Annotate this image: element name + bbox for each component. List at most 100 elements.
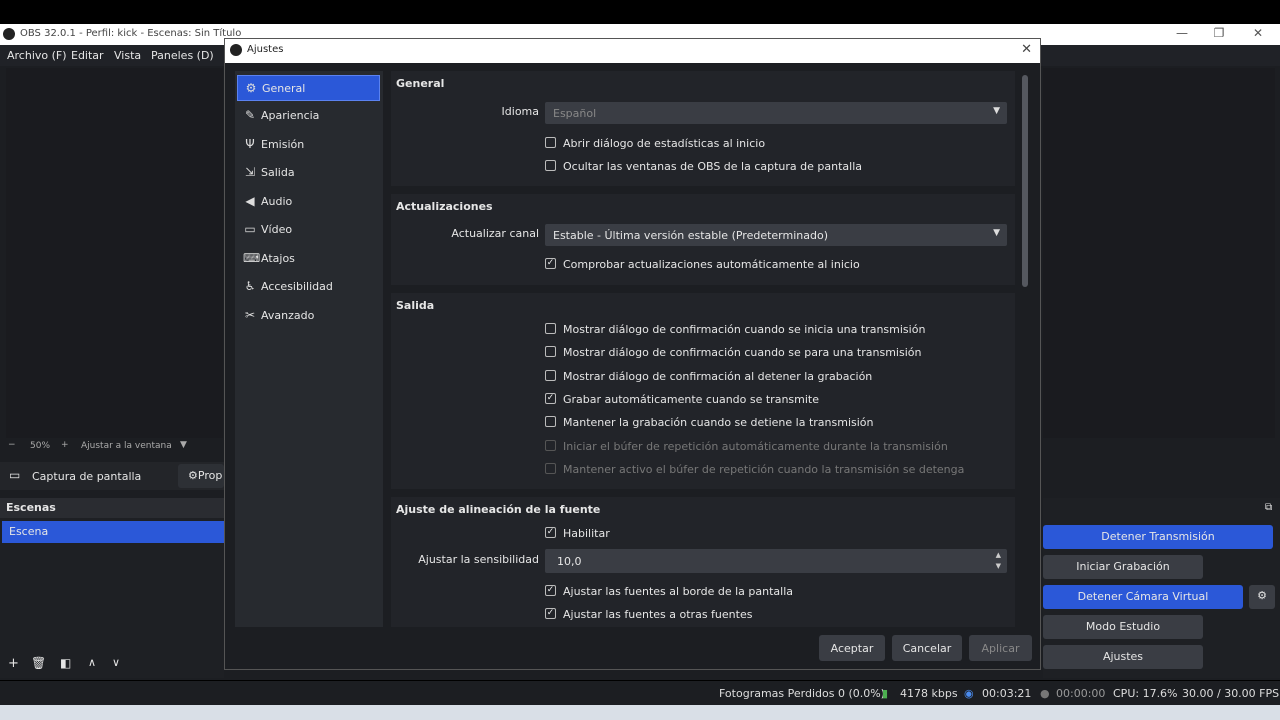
menu-file[interactable]: Archivo (F) — [7, 49, 67, 62]
studio-mode-button[interactable]: Modo Estudio — [1043, 615, 1203, 639]
apply-button[interactable]: Aplicar — [969, 635, 1032, 661]
minimize-icon[interactable]: — — [1172, 26, 1192, 40]
monitor-icon: ▭ — [244, 222, 256, 236]
maximize-icon[interactable]: ❐ — [1209, 26, 1229, 40]
chevron-down-icon: ▼ — [993, 106, 1000, 116]
spin-down-icon[interactable]: ▼ — [996, 562, 1001, 570]
chevron-down-icon[interactable]: ▼ — [180, 440, 187, 450]
group-updates: Actualizaciones Actualizar canal Estable… — [391, 194, 1015, 285]
settings-content: General Idioma Español ▼ Abrir diálogo de… — [391, 71, 1019, 627]
group-header: General — [396, 77, 445, 90]
nav-appearance[interactable]: ✎ Apariencia — [237, 103, 380, 129]
close-icon[interactable]: ✕ — [1021, 42, 1032, 57]
update-channel-select[interactable]: Estable - Última versión estable (Predet… — [545, 224, 1007, 246]
nav-accessibility[interactable]: ♿ Accesibilidad — [237, 274, 380, 300]
scenes-header: Escenas — [0, 498, 224, 518]
start-record-button[interactable]: Iniciar Grabación — [1043, 555, 1203, 579]
virtualcam-settings-button[interactable]: ⚙ — [1249, 585, 1275, 609]
keyboard-icon: ⌨ — [243, 251, 261, 265]
group-header: Ajuste de alineación de la fuente — [396, 503, 601, 516]
record-icon: ● — [1040, 687, 1050, 700]
nav-audio[interactable]: ◀ Audio — [237, 189, 380, 215]
group-general: General Idioma Español ▼ Abrir diálogo de… — [391, 71, 1015, 186]
scrollbar-thumb[interactable] — [1022, 75, 1028, 287]
os-taskbar — [0, 705, 1280, 720]
signal-icon: ▮ — [882, 687, 889, 700]
tools-icon: ✂ — [244, 308, 256, 322]
checkbox-confirm-stop[interactable]: Mostrar diálogo de confirmación cuando s… — [545, 346, 921, 360]
properties-button[interactable]: ⚙Prop — [178, 464, 224, 488]
menu-docks[interactable]: Paneles (D) — [151, 49, 214, 62]
menu-view[interactable]: Vista — [114, 49, 141, 62]
checkbox-confirm-start[interactable]: Mostrar diálogo de confirmación cuando s… — [545, 323, 925, 337]
nav-advanced[interactable]: ✂ Avanzado — [237, 303, 380, 329]
filter-icon[interactable]: ◧ — [60, 656, 71, 670]
sensitivity-label: Ajustar la sensibilidad — [418, 553, 539, 566]
settings-button[interactable]: Ajustes — [1043, 645, 1203, 669]
selected-source-label: Captura de pantalla — [32, 470, 142, 483]
trash-icon[interactable]: 🗑 — [31, 656, 46, 670]
bitrate: 4178 kbps — [900, 687, 958, 700]
dialog-titlebar: Ajustes ✕ — [225, 39, 1040, 63]
nav-general[interactable]: ⚙ General — [237, 75, 380, 101]
checkbox-replay-keep-active: Mantener activo el búfer de repetición c… — [545, 463, 964, 477]
zoom-level: 50% — [30, 441, 51, 451]
sensitivity-spinbox[interactable]: 10,0 ▲ ▼ — [545, 549, 1007, 573]
speaker-icon: ◀ — [245, 194, 255, 208]
stop-virtualcam-button[interactable]: Detener Cámara Virtual — [1043, 585, 1243, 609]
checkbox-keep-recording[interactable]: Mantener la grabación cuando se detiene … — [545, 416, 874, 430]
source-toolbar: ▭ Captura de pantalla ⚙Prop — [0, 462, 224, 490]
menu-edit[interactable]: Editar — [71, 49, 104, 62]
window-title: OBS 32.0.1 - Perfil: kick - Escenas: Sin… — [20, 28, 242, 39]
group-snapping: Ajuste de alineación de la fuente ✓ Habil… — [391, 497, 1015, 627]
antenna-icon: Ψ — [245, 137, 255, 151]
undock-icon[interactable]: ⧉ — [1265, 502, 1272, 513]
checkbox-open-stats[interactable]: Abrir diálogo de estadísticas al inicio — [545, 137, 765, 151]
close-icon[interactable]: ✕ — [1248, 26, 1268, 40]
chevron-down-icon: ▼ — [993, 228, 1000, 238]
preview-canvas[interactable] — [6, 68, 223, 438]
cancel-button[interactable]: Cancelar — [892, 635, 962, 661]
add-icon[interactable]: + — [8, 656, 19, 671]
checkbox-snap-other-sources[interactable]: ✓ Ajustar las fuentes a otras fuentes — [545, 608, 752, 622]
settings-dialog: Ajustes ✕ ⚙ General ✎ Apariencia Ψ Emisión … — [224, 38, 1041, 670]
preview-canvas-right[interactable] — [1043, 68, 1275, 438]
monitor-icon: ▭ — [9, 468, 21, 482]
checkbox-auto-update[interactable]: ✓ Comprobar actualizaciones automáticamen… — [545, 258, 860, 272]
checkbox-auto-record[interactable]: ✓ Grabar automáticamente cuando se transm… — [545, 393, 819, 407]
group-output: Salida Mostrar diálogo de confirmación c… — [391, 293, 1015, 489]
zoom-out-button[interactable]: − — [8, 440, 16, 450]
zoom-in-button[interactable]: + — [61, 440, 69, 450]
scene-item[interactable]: Escena — [2, 521, 224, 543]
move-down-icon[interactable]: ∨ — [112, 656, 120, 669]
accessibility-icon: ♿ — [244, 279, 256, 293]
scenes-dock: Escenas Escena + 🗑 ◧ ∧ ∨ — [0, 498, 224, 678]
dialog-title: Ajustes — [247, 44, 284, 55]
stream-icon: ◉ — [964, 687, 974, 700]
settings-nav: ⚙ General ✎ Apariencia Ψ Emisión ⇲ Salida ◀ A… — [235, 71, 383, 627]
nav-output[interactable]: ⇲ Salida — [237, 160, 380, 186]
gear-icon: ⚙ — [188, 469, 198, 482]
checkbox-hide-obs[interactable]: Ocultar las ventanas de OBS de la captur… — [545, 160, 862, 174]
gear-icon: ⚙ — [1257, 589, 1267, 602]
obs-logo-icon — [230, 44, 242, 56]
nav-hotkeys[interactable]: ⌨ Atajos — [237, 246, 380, 272]
checkbox-snap-enable[interactable]: ✓ Habilitar — [545, 527, 610, 541]
language-label: Idioma — [501, 105, 539, 118]
controls-dock: ⧉ Detener Transmisión Iniciar Grabación … — [1043, 498, 1280, 678]
appearance-icon: ✎ — [244, 108, 256, 122]
language-select[interactable]: Español ▼ — [545, 102, 1007, 124]
checkbox-confirm-record-stop[interactable]: Mostrar diálogo de confirmación al deten… — [545, 370, 872, 384]
group-header: Salida — [396, 299, 435, 312]
nav-video[interactable]: ▭ Vídeo — [237, 217, 380, 243]
fps: 30.00 / 30.00 FPS — [1182, 687, 1280, 700]
checkbox-snap-screen-edge[interactable]: ✓ Ajustar las fuentes al borde de la pant… — [545, 585, 793, 599]
nav-stream[interactable]: Ψ Emisión — [237, 132, 380, 158]
ok-button[interactable]: Aceptar — [819, 635, 885, 661]
obs-logo-icon — [3, 28, 15, 40]
stop-stream-button[interactable]: Detener Transmisión — [1043, 525, 1273, 549]
fit-window-label[interactable]: Ajustar a la ventana — [81, 441, 172, 451]
channel-label: Actualizar canal — [451, 227, 539, 240]
move-up-icon[interactable]: ∧ — [88, 656, 96, 669]
spin-up-icon[interactable]: ▲ — [996, 551, 1001, 559]
